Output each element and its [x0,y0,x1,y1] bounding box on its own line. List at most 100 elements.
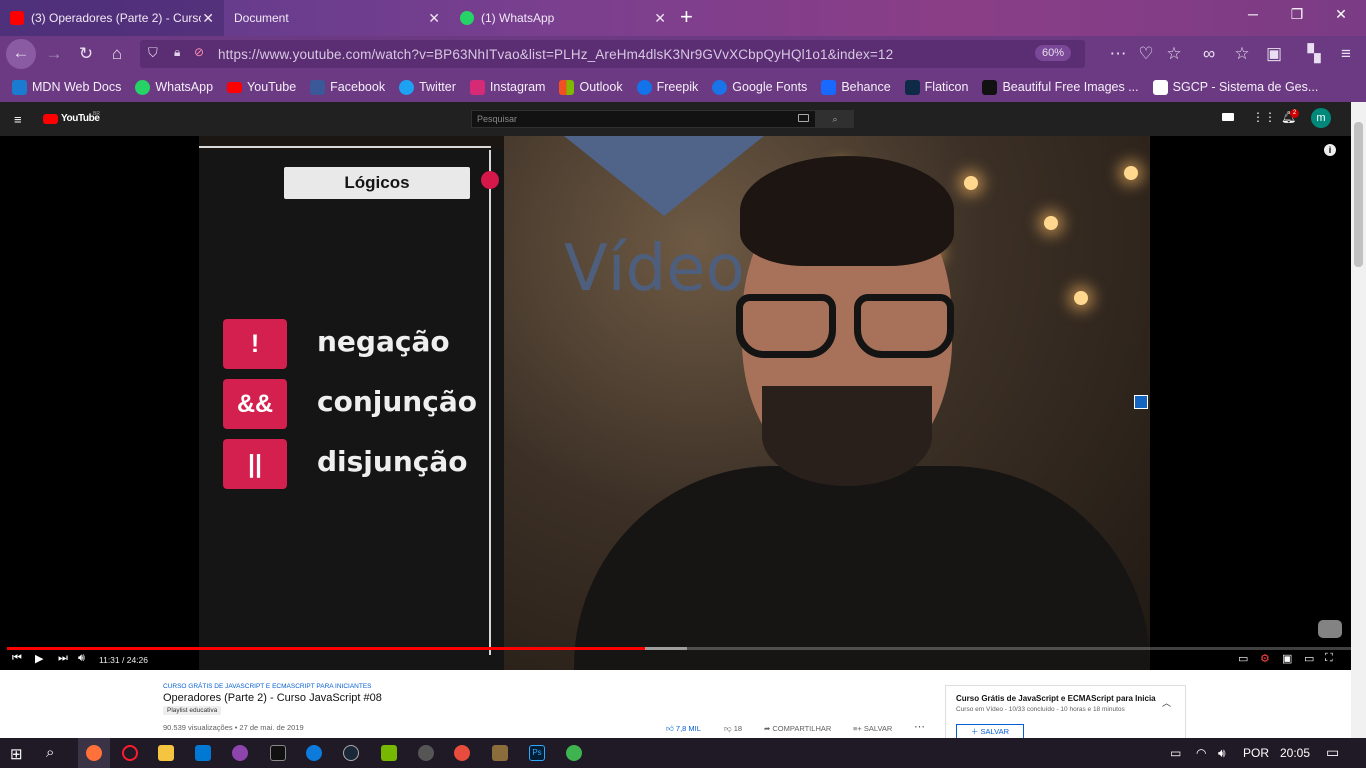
hamburger-menu-icon[interactable]: ≡ [14,112,22,127]
battery-icon[interactable]: ▭ [1170,746,1181,760]
playlist-panel: Curso Grátis de JavaScript e ECMAScript … [945,685,1186,745]
home-button[interactable]: ⌂ [103,40,131,68]
subtitles-icon[interactable]: ▭ [1238,652,1248,665]
bookmark-unsplash[interactable]: Beautiful Free Images ... [982,79,1139,95]
share-button[interactable]: ➦ COMPARTILHAR [764,724,831,733]
youtube-logo-icon[interactable] [43,114,58,124]
bookmark-star-icon[interactable]: ☆ [1160,40,1188,68]
zoom-level[interactable]: 60% [1034,45,1071,61]
twitch-icon[interactable] [232,745,248,761]
tab-youtube[interactable]: (3) Operadores (Parte 2) - Curso ✕ [0,0,224,36]
next-icon[interactable]: ⏭ [58,652,68,665]
keyboard-icon[interactable] [798,114,809,122]
chevron-up-icon[interactable]: ︿ [1162,696,1171,709]
nvidia-icon[interactable] [381,745,397,761]
bookmark-google-fonts[interactable]: Google Fonts [712,79,807,95]
play-icon[interactable]: ▶ [35,652,43,665]
opera-icon[interactable] [122,745,138,761]
bookmark-flaticon[interactable]: Flaticon [904,79,968,95]
create-video-icon[interactable] [1222,113,1234,121]
lock-icon[interactable]: 🔒︎ [174,45,180,60]
notifications-icon[interactable]: ▭ [1326,744,1339,761]
game-app-icon[interactable] [418,745,434,761]
extensions-icon[interactable]: ▚ [1300,40,1328,68]
wifi-icon[interactable]: ◠ [1196,746,1206,760]
bookmark-facebook[interactable]: Facebook [310,79,385,95]
back-button[interactable]: ← [6,39,36,69]
dislike-button[interactable]: 👎︎ 18 [724,724,742,734]
scrollbar-thumb[interactable] [1354,122,1363,267]
card-teaser-icon[interactable] [1134,395,1148,409]
forward-button[interactable]: → [40,40,68,68]
vscode-icon[interactable] [195,745,211,761]
video-frame[interactable]: Vídeo Lógicos ! negação && conjunção || … [199,136,1150,670]
close-window-icon[interactable]: ✕ [1326,6,1356,23]
fullscreen-icon[interactable]: ⛶ [1325,652,1333,665]
avatar[interactable]: m [1311,108,1331,128]
previous-icon[interactable]: ⏮ [12,652,22,665]
progress-bar[interactable] [7,647,1359,650]
app-icon[interactable] [454,745,470,761]
youtube-icon [10,11,24,25]
tab-document[interactable]: Document ✕ [224,0,450,36]
steam-icon[interactable] [343,745,359,761]
bookmark-instagram[interactable]: Instagram [469,79,545,95]
playlist-breadcrumb[interactable]: CURSO GRÁTIS DE JAVASCRIPT E ECMASCRIPT … [163,683,372,690]
windows-start-icon[interactable]: ⊞ [10,745,23,763]
like-button[interactable]: 👍︎ 7,8 MIL [666,724,701,734]
search-button[interactable]: ⌕ [816,110,854,128]
search-icon[interactable]: ⌕ [46,744,54,761]
apps-grid-icon[interactable]: ⋮⋮ [1252,110,1276,124]
app-icon[interactable] [492,745,508,761]
photoshop-icon[interactable]: Ps [529,745,545,761]
clock[interactable]: 20:05 [1280,746,1310,760]
permissions-icon[interactable]: ⊘ [194,45,204,59]
browser-tab-bar: (3) Operadores (Parte 2) - Curso ✕ Docum… [0,0,1366,36]
page-scrollbar[interactable] [1351,102,1366,738]
theater-mode-icon[interactable]: ▭ [1304,652,1314,665]
playlist-title[interactable]: Curso Grátis de JavaScript e ECMAScript … [956,694,1156,703]
private-mask-icon[interactable]: ∞ [1195,40,1223,68]
bookmarks-menu-icon[interactable]: ☆ [1228,40,1256,68]
youtube-watermark-icon[interactable] [1318,620,1342,638]
app-menu-icon[interactable]: ≡ [1332,40,1360,68]
bookmark-youtube[interactable]: YouTube [227,80,296,94]
file-explorer-icon[interactable] [158,745,174,761]
reload-button[interactable]: ↻ [72,40,100,68]
bookmark-twitter[interactable]: Twitter [399,79,456,95]
ubisoft-icon[interactable] [306,745,322,761]
playlist-tag[interactable]: Playlist educativa [163,706,222,715]
close-tab-icon[interactable]: ✕ [654,10,666,27]
close-tab-icon[interactable]: ✕ [428,10,440,27]
shield-icon[interactable]: ⛉ [148,45,158,61]
tab-whatsapp[interactable]: (1) WhatsApp ✕ [450,0,676,36]
bookmark-whatsapp[interactable]: WhatsApp [135,79,213,95]
address-bar[interactable]: ⛉ 🔒︎ ⊘ https://www.youtube.com/watch?v=B… [140,40,1085,68]
save-button[interactable]: ≡+ SALVAR [853,724,892,733]
minimize-icon[interactable]: ─ [1238,6,1268,22]
video-player[interactable]: Vídeo Lógicos ! negação && conjunção || … [0,136,1366,670]
bookmark-mdn[interactable]: MDN Web Docs [12,79,121,95]
settings-gear-icon[interactable]: ⚙ [1260,652,1270,665]
volume-icon[interactable]: 🔊︎ [78,652,85,665]
bookmark-sgcp[interactable]: SGCP - Sistema de Ges... [1152,79,1318,95]
miniplayer-icon[interactable]: ▣ [1282,652,1292,665]
firefox-icon[interactable] [86,745,102,761]
restore-icon[interactable]: ❐ [1282,6,1312,23]
page-actions-icon[interactable]: ⋯ [1104,40,1132,68]
volume-tray-icon[interactable]: 🔊︎ [1218,746,1226,761]
new-tab-button[interactable]: + [680,4,693,30]
progress-played [7,647,645,650]
search-input[interactable]: Pesquisar [471,110,816,128]
language-indicator[interactable]: POR [1243,746,1269,760]
translate-icon[interactable]: ▣ [1260,40,1288,68]
utorrent-icon[interactable] [566,745,582,761]
pocket-icon[interactable]: ♡ [1132,40,1160,68]
close-tab-icon[interactable]: ✕ [202,10,214,27]
bookmark-behance[interactable]: Behance [821,79,891,95]
info-icon[interactable]: i [1324,144,1336,156]
bookmark-freepik[interactable]: Freepik [636,79,698,95]
epic-games-icon[interactable] [270,745,286,761]
more-actions-icon[interactable]: ⋯ [914,720,925,733]
bookmark-outlook[interactable]: Outlook [559,79,623,95]
